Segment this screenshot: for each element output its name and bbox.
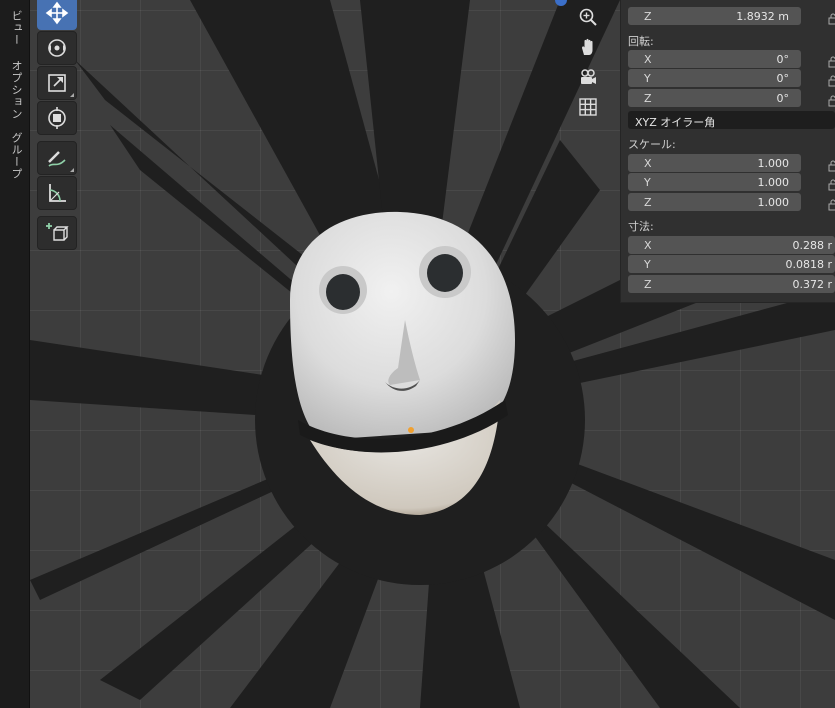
axis-label: Z (644, 278, 652, 291)
scale-label: スケール: (628, 138, 676, 151)
rotation-z-field[interactable]: Z 0° (628, 89, 801, 107)
axis-label: X (644, 53, 652, 66)
rotate-icon (48, 39, 66, 57)
hand-pan-icon (582, 38, 593, 55)
scale-z-field[interactable]: Z 1.000 (628, 193, 801, 211)
axis-label: Z (644, 10, 652, 23)
move-tool-button[interactable] (37, 0, 77, 30)
axis-label: Y (644, 258, 651, 271)
lock-icon[interactable] (828, 196, 835, 211)
axis-label: X (644, 239, 652, 252)
pan-button[interactable] (574, 33, 602, 61)
annotate-tool-button[interactable] (37, 141, 77, 175)
tab-view[interactable]: ビュー (4, 10, 24, 46)
object-origin (408, 427, 414, 433)
field-value: 1.000 (757, 176, 790, 189)
lock-icon[interactable] (828, 92, 835, 107)
rotation-label: 回転: (628, 35, 654, 48)
lock-icon[interactable] (828, 53, 835, 68)
camera-view-button[interactable] (574, 63, 602, 91)
zoom-icon (579, 8, 597, 26)
dimensions-label: 寸法: (628, 220, 654, 233)
rotation-mode-dropdown[interactable]: XYZ オイラー角 (628, 111, 835, 129)
rotation-x-field[interactable]: X 0° (628, 50, 801, 68)
transform-icon (48, 107, 66, 129)
scale-icon (48, 74, 66, 92)
annotate-pencil-icon (48, 151, 66, 167)
axis-label: Z (644, 92, 652, 105)
field-value: 0° (776, 53, 790, 66)
dimensions-y-field[interactable]: Y 0.0818 r (628, 255, 835, 273)
grid-ortho-icon (579, 98, 597, 116)
rotation-y-field[interactable]: Y 0° (628, 69, 801, 87)
field-value: 1.8932 m (736, 10, 789, 23)
measure-tool-button[interactable] (37, 176, 77, 210)
lock-icon[interactable] (828, 176, 835, 191)
field-value: 0° (776, 72, 790, 85)
camera-icon (581, 69, 596, 84)
tab-group[interactable]: グループ (4, 132, 24, 180)
scale-x-field[interactable]: X 1.000 (628, 154, 801, 172)
move-icon (45, 1, 69, 25)
field-value: 0.0818 r (785, 258, 832, 271)
scale-tool-button[interactable] (37, 66, 77, 100)
lock-icon[interactable] (828, 10, 835, 25)
add-cube-tool-button[interactable] (37, 216, 77, 250)
scale-y-field[interactable]: Y 1.000 (628, 173, 801, 191)
axis-label: Z (644, 196, 652, 209)
ortho-toggle-button[interactable] (574, 93, 602, 121)
axis-label: Y (644, 176, 651, 189)
tab-options[interactable]: オプション (4, 60, 24, 120)
field-value: 0.372 r (792, 278, 832, 291)
rotate-tool-button[interactable] (37, 31, 77, 65)
measure-ruler-icon (49, 184, 66, 202)
dimensions-x-field[interactable]: X 0.288 r (628, 236, 835, 254)
axis-label: Y (644, 72, 651, 85)
location-z-field[interactable]: Z 1.8932 m (628, 7, 801, 25)
lock-icon[interactable] (828, 157, 835, 172)
zoom-button[interactable] (574, 3, 602, 31)
lock-icon[interactable] (828, 72, 835, 87)
field-value: 0° (776, 92, 790, 105)
add-cube-icon (46, 223, 69, 241)
field-value: 1.000 (757, 157, 790, 170)
rotation-mode-value: XYZ オイラー角 (635, 116, 716, 129)
sidebar-tab-strip: ビュー オプション グループ (0, 0, 30, 708)
dimensions-z-field[interactable]: Z 0.372 r (628, 275, 835, 293)
transform-tool-button[interactable] (37, 101, 77, 135)
field-value: 0.288 r (792, 239, 832, 252)
axis-label: X (644, 157, 652, 170)
field-value: 1.000 (757, 196, 790, 209)
